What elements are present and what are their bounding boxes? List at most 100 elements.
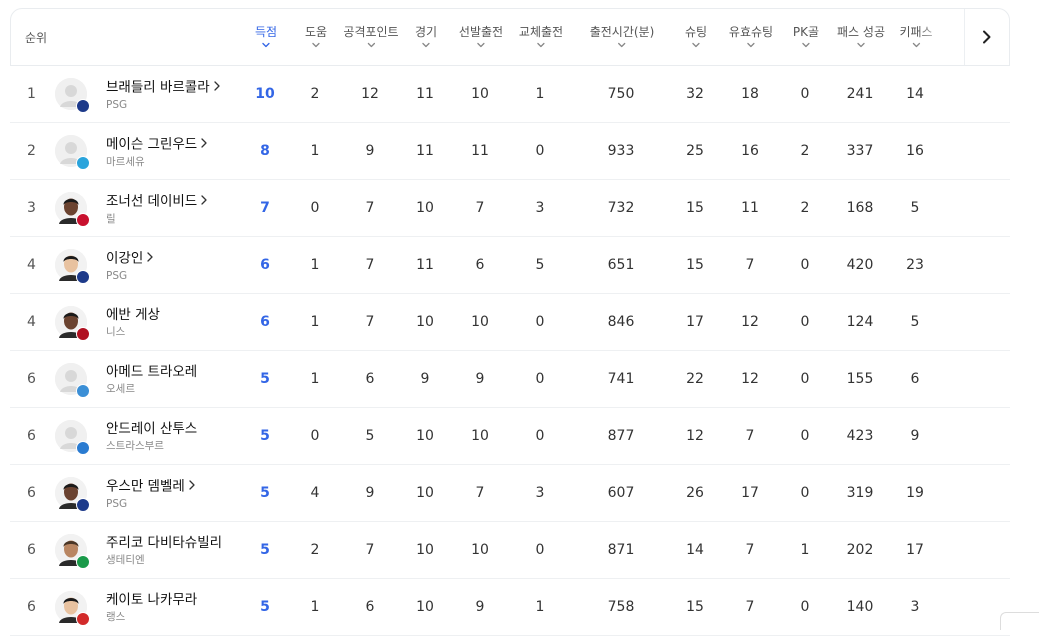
header-col-2[interactable]: 공격포인트 xyxy=(343,23,399,50)
stat-cell: 1 xyxy=(535,86,545,102)
team-logo-icon xyxy=(76,612,90,626)
table-row[interactable]: 6 주리코 다비타슈빌리 생테티엔 5 2 7 10 10 0 871 14 7 1 202 17 xyxy=(10,522,1010,579)
player-name-wrap: 주리코 다비타슈빌리 xyxy=(106,535,222,552)
team-logo-icon xyxy=(76,270,90,284)
stat-cell: 0 xyxy=(310,428,320,444)
table-row[interactable]: 6 아메드 트라오레 오세르 5 1 6 9 9 0 741 22 12 0 155 6 xyxy=(10,351,1010,408)
header-col-10[interactable]: 패스 성공 xyxy=(837,23,885,50)
player-info[interactable]: 우스만 뎀벨레 PSG xyxy=(106,478,195,511)
stat-cell: 12 xyxy=(686,428,704,444)
player-name: 안드레이 산투스 xyxy=(106,421,198,437)
stat-cell: 9 xyxy=(475,599,485,615)
header-col-7[interactable]: 슈팅 xyxy=(685,23,707,50)
player-name-wrap[interactable]: 브래들리 바르콜라 xyxy=(106,79,220,97)
player-name-wrap[interactable]: 우스만 뎀벨레 xyxy=(106,478,195,496)
player-name: 우스만 뎀벨레 xyxy=(106,478,185,495)
stat-cell: 124 xyxy=(846,314,874,330)
header-col-0[interactable]: 득점 xyxy=(255,23,277,50)
header-col-6[interactable]: 출전시간(분) xyxy=(590,23,654,50)
stat-cell: 10 xyxy=(416,599,434,615)
player-avatar xyxy=(55,420,90,455)
table-row[interactable]: 3 조너선 데이비드 릴 7 0 7 10 7 3 732 15 11 2 168 5 xyxy=(10,180,1010,237)
team-logo-icon xyxy=(76,498,90,512)
sort-chevron-icon xyxy=(857,42,865,50)
header-col-5[interactable]: 교체출전 xyxy=(519,23,563,50)
stat-cell: 10 xyxy=(416,200,434,216)
player-avatar xyxy=(55,477,90,512)
stat-cell: 5 xyxy=(365,428,375,444)
player-info[interactable]: 조너선 데이비드 릴 xyxy=(106,193,207,226)
rank-cell: 4 xyxy=(27,257,36,273)
stat-cell: 9 xyxy=(420,371,430,387)
header-col-9[interactable]: PK골 xyxy=(793,23,819,50)
stat-cell: 6 xyxy=(475,257,485,273)
stat-cell: 607 xyxy=(607,485,635,501)
stat-cell: 11 xyxy=(416,86,434,102)
stat-cell: 23 xyxy=(906,257,924,273)
player-name-wrap: 아메드 트라오레 xyxy=(106,364,197,381)
header-col-3[interactable]: 경기 xyxy=(415,23,437,50)
table-row[interactable]: 6 안드레이 산투스 스트라스부르 5 0 5 10 10 0 877 12 7 0 423 9 xyxy=(10,408,1010,465)
stat-cell: 651 xyxy=(607,257,635,273)
chevron-right-icon xyxy=(214,79,220,96)
player-avatar xyxy=(55,306,90,341)
stat-cell: 6 xyxy=(260,314,270,330)
team-logo-icon xyxy=(76,384,90,398)
header-col-8[interactable]: 유효슈팅 xyxy=(729,23,773,50)
stat-cell: 846 xyxy=(607,314,635,330)
player-avatar xyxy=(55,192,90,227)
stat-cell: 9 xyxy=(475,371,485,387)
player-name: 케이토 나카무라 xyxy=(106,592,198,608)
table-row[interactable]: 1 브래들리 바르콜라 PSG 10 2 12 11 10 1 750 32 18 0 241 14 xyxy=(10,66,1010,123)
stat-cell: 17 xyxy=(906,542,924,558)
team-logo-icon xyxy=(76,99,90,113)
corner-control xyxy=(1000,612,1039,630)
stat-cell: 10 xyxy=(416,542,434,558)
rank-cell: 4 xyxy=(27,314,36,330)
team-logo-icon xyxy=(76,441,90,455)
stat-cell: 0 xyxy=(800,371,810,387)
header-col-4[interactable]: 선발출전 xyxy=(459,23,503,50)
stat-cell: 0 xyxy=(535,143,545,159)
chevron-right-icon xyxy=(201,193,207,210)
table-row[interactable]: 6 우스만 뎀벨레 PSG 5 4 9 10 7 3 607 26 17 0 319 19 xyxy=(10,465,1010,522)
header-label: 선발출전 xyxy=(458,25,504,39)
player-avatar xyxy=(55,534,90,569)
player-info[interactable]: 브래들리 바르콜라 PSG xyxy=(106,79,220,112)
stat-cell: 241 xyxy=(846,86,874,102)
player-info[interactable]: 메이슨 그린우드 마르세유 xyxy=(106,136,207,169)
player-name-wrap[interactable]: 메이슨 그린우드 xyxy=(106,136,207,154)
table-row[interactable]: 4 에반 게상 니스 6 1 7 10 10 0 846 17 12 0 124 5 xyxy=(10,294,1010,351)
stat-cell: 14 xyxy=(686,542,704,558)
stat-cell: 12 xyxy=(741,371,759,387)
stat-cell: 3 xyxy=(535,200,545,216)
player-name-wrap[interactable]: 이강인 xyxy=(106,250,153,268)
team-name: 릴 xyxy=(106,212,116,225)
stat-cell: 17 xyxy=(686,314,704,330)
player-name-wrap[interactable]: 조너선 데이비드 xyxy=(106,193,207,211)
scroll-right-button[interactable] xyxy=(964,9,1009,65)
header-fade xyxy=(917,9,963,65)
table-row[interactable]: 2 메이슨 그린우드 마르세유 8 1 9 11 11 0 933 25 16 2 337 16 xyxy=(10,123,1010,180)
table-row[interactable]: 6 케이토 나카무라 랭스 5 1 6 10 9 1 758 15 7 0 140 3 xyxy=(10,579,1010,636)
stat-cell: 5 xyxy=(260,599,270,615)
sort-chevron-icon xyxy=(367,42,375,50)
stat-cell: 3 xyxy=(910,599,920,615)
stat-cell: 7 xyxy=(365,257,375,273)
header-col-1[interactable]: 도움 xyxy=(305,23,327,50)
player-name: 아메드 트라오레 xyxy=(106,364,198,380)
table-row[interactable]: 4 이강인 PSG 6 1 7 11 6 5 651 15 7 0 420 23 xyxy=(10,237,1010,294)
team-name: 랭스 xyxy=(106,611,126,623)
chevron-right-icon xyxy=(201,136,207,153)
player-avatar xyxy=(55,78,90,113)
player-info: 안드레이 산투스 스트라스부르 xyxy=(106,421,197,453)
table-header: 순위 득점 도움 공격포인트 경기 선발출전 교체출전 출전시간(분) 슈팅 유효슈팅 PK골 패스… xyxy=(10,8,1010,66)
header-rank: 순위 xyxy=(25,31,48,45)
rank-cell: 3 xyxy=(27,200,36,216)
stat-cell: 5 xyxy=(260,371,270,387)
stat-cell: 758 xyxy=(607,599,635,615)
stat-cell: 25 xyxy=(686,143,704,159)
player-info[interactable]: 이강인 PSG xyxy=(106,250,153,283)
stat-cell: 7 xyxy=(475,200,485,216)
team-logo-icon xyxy=(76,213,90,227)
